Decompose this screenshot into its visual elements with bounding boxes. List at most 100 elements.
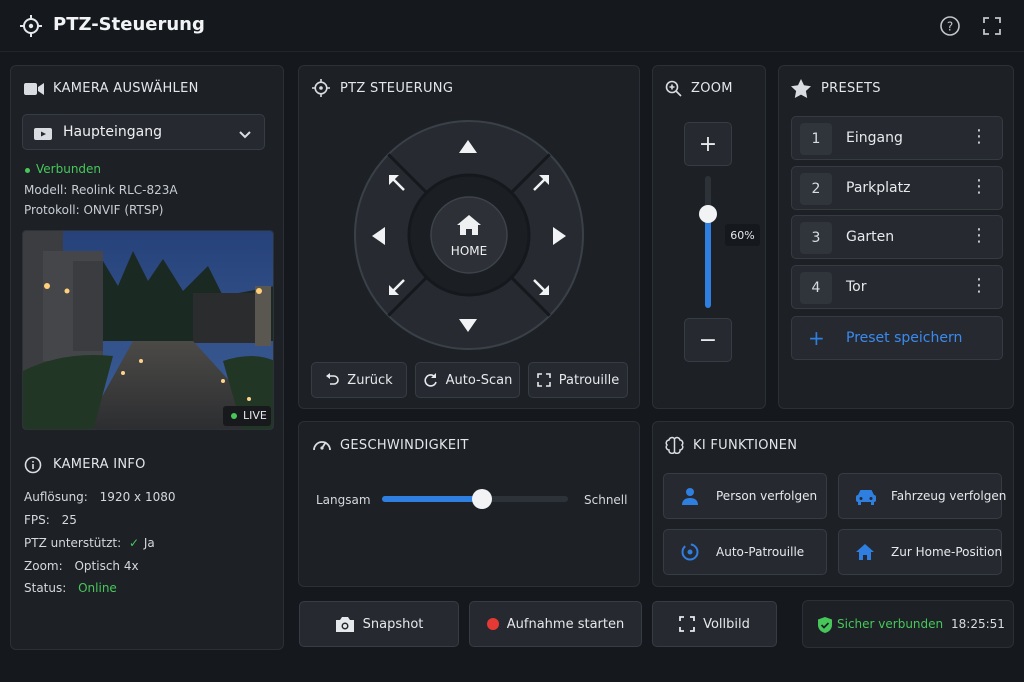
- zoom-title: ZOOM: [691, 81, 733, 96]
- arrow-right-icon: [553, 227, 566, 245]
- camera-model: Modell: Reolink RLC-823A: [24, 183, 178, 197]
- pan-down-left-button[interactable]: [380, 268, 416, 304]
- pan-right-button[interactable]: [534, 212, 578, 260]
- info-label: PTZ unterstützt:: [24, 536, 122, 550]
- focus-frame-icon: [536, 373, 551, 387]
- fullscreen-icon[interactable]: [982, 16, 1002, 40]
- speed-min-label: Langsam: [316, 493, 371, 507]
- info-row-zoom: Zoom: Optisch 4x: [24, 559, 139, 573]
- arrow-up-right-icon: [533, 175, 549, 191]
- record-icon: [486, 618, 499, 630]
- pan-down-right-button[interactable]: [522, 268, 558, 304]
- person-icon: [682, 488, 698, 505]
- camera-info-title: KAMERA INFO: [53, 457, 146, 472]
- zoom-level-label: 60%: [725, 224, 760, 246]
- zoom-out-button[interactable]: −: [684, 318, 732, 362]
- arrow-down-right-icon: [533, 279, 549, 295]
- svg-text:?: ?: [947, 20, 953, 34]
- ptz-title: PTZ STEUERUNG: [340, 81, 454, 96]
- pan-up-right-button[interactable]: [522, 166, 558, 202]
- camera-preview[interactable]: LIVE: [22, 230, 274, 430]
- plus-icon: +: [808, 326, 825, 350]
- arrow-up-icon: [459, 140, 477, 153]
- info-row-resolution: Auflösung: 1920 x 1080: [24, 490, 175, 504]
- arrow-down-left-icon: [389, 279, 405, 295]
- auto-patrol-label: Auto-Patrouille: [716, 545, 805, 559]
- camera-select-title: KAMERA AUSWÄHLEN: [53, 81, 199, 96]
- record-button[interactable]: Aufnahme starten: [469, 601, 642, 647]
- more-vertical-icon[interactable]: ⋮: [970, 127, 988, 147]
- plus-icon: +: [698, 131, 718, 157]
- track-vehicle-button[interactable]: Fahrzeug verfolgen: [838, 473, 1006, 519]
- back-label: Zurück: [347, 372, 393, 388]
- arrow-left-icon: [372, 227, 385, 245]
- record-label: Aufnahme starten: [506, 616, 625, 632]
- status-dot: [25, 168, 30, 173]
- patrol-label: Patrouille: [558, 372, 620, 388]
- info-value: Online: [78, 581, 117, 595]
- preset-item[interactable]: 3 Garten ⋮: [791, 215, 1003, 259]
- camera-protocol: Protokoll: ONVIF (RTSP): [24, 203, 164, 217]
- save-preset-label: Preset speichern: [846, 330, 963, 346]
- more-vertical-icon[interactable]: ⋮: [970, 276, 988, 296]
- crosshair-icon: [312, 79, 330, 101]
- patrol-button[interactable]: Patrouille: [528, 362, 628, 398]
- preset-number: 3: [800, 222, 832, 254]
- go-home-button[interactable]: Zur Home-Position: [838, 529, 1002, 575]
- track-vehicle-label: Fahrzeug verfolgen: [891, 489, 1007, 503]
- auto-patrol-button[interactable]: Auto-Patrouille: [663, 529, 827, 575]
- home-button[interactable]: HOME: [431, 197, 507, 273]
- chevron-down-icon: [238, 126, 252, 145]
- save-preset-button[interactable]: + Preset speichern: [791, 316, 1003, 360]
- preset-number: 2: [800, 173, 832, 205]
- checkmark-icon: ✓: [128, 536, 140, 550]
- preset-item[interactable]: 1 Eingang ⋮: [791, 116, 1003, 160]
- app-title: PTZ-Steuerung: [53, 14, 205, 35]
- crosshair-icon: [20, 15, 42, 41]
- preset-item[interactable]: 4 Tor ⋮: [791, 265, 1003, 309]
- track-person-button[interactable]: Person verfolgen: [663, 473, 827, 519]
- home-icon: [457, 215, 481, 235]
- more-vertical-icon[interactable]: ⋮: [970, 177, 988, 197]
- secure-connection-label: Sicher verbunden: [837, 617, 944, 631]
- refresh-icon: [424, 372, 437, 387]
- info-row-fps: FPS: 25: [24, 513, 77, 527]
- back-button[interactable]: Zurück: [311, 362, 407, 398]
- arrow-up-left-icon: [389, 175, 405, 191]
- info-value: Ja: [143, 536, 155, 550]
- camera-dropdown[interactable]: Haupteingang: [22, 114, 265, 150]
- preset-label: Tor: [846, 279, 867, 295]
- autoscan-button[interactable]: Auto-Scan: [415, 362, 520, 398]
- clock-time: 18:25:51: [951, 617, 1005, 631]
- video-camera-icon: [24, 81, 44, 100]
- speedometer-icon: [312, 436, 332, 456]
- zoom-slider-fill: [705, 213, 711, 308]
- preset-number: 4: [800, 272, 832, 304]
- info-row-ptz: PTZ unterstützt: ✓ Ja: [24, 536, 155, 550]
- snapshot-button[interactable]: Snapshot: [299, 601, 459, 647]
- track-person-label: Person verfolgen: [716, 489, 818, 503]
- preset-number: 1: [800, 123, 832, 155]
- status-bar: Sicher verbunden 18:25:51: [802, 600, 1014, 648]
- pan-left-button[interactable]: [360, 212, 404, 260]
- pan-down-button[interactable]: [440, 302, 496, 346]
- live-badge: LIVE: [223, 406, 271, 426]
- zoom-slider-thumb[interactable]: [699, 204, 717, 223]
- app-header: PTZ-Steuerung ?: [0, 0, 1024, 52]
- camera-scene-image: [23, 231, 273, 429]
- pan-up-left-button[interactable]: [380, 166, 416, 202]
- expand-icon: [679, 616, 695, 632]
- fullscreen-button[interactable]: Vollbild: [652, 601, 777, 647]
- help-icon[interactable]: ?: [939, 15, 961, 41]
- info-value: 1920 x 1080: [99, 490, 176, 504]
- pan-up-button[interactable]: [440, 126, 496, 170]
- home-label: HOME: [450, 244, 488, 258]
- info-value: 25: [61, 513, 77, 527]
- speed-title: GESCHWINDIGKEIT: [340, 438, 469, 453]
- camera-icon: [335, 616, 354, 632]
- info-label: FPS:: [24, 513, 50, 527]
- more-vertical-icon[interactable]: ⋮: [970, 226, 988, 246]
- preset-item[interactable]: 2 Parkplatz ⋮: [791, 166, 1003, 210]
- zoom-in-button[interactable]: +: [684, 122, 732, 166]
- home-icon: [856, 544, 874, 560]
